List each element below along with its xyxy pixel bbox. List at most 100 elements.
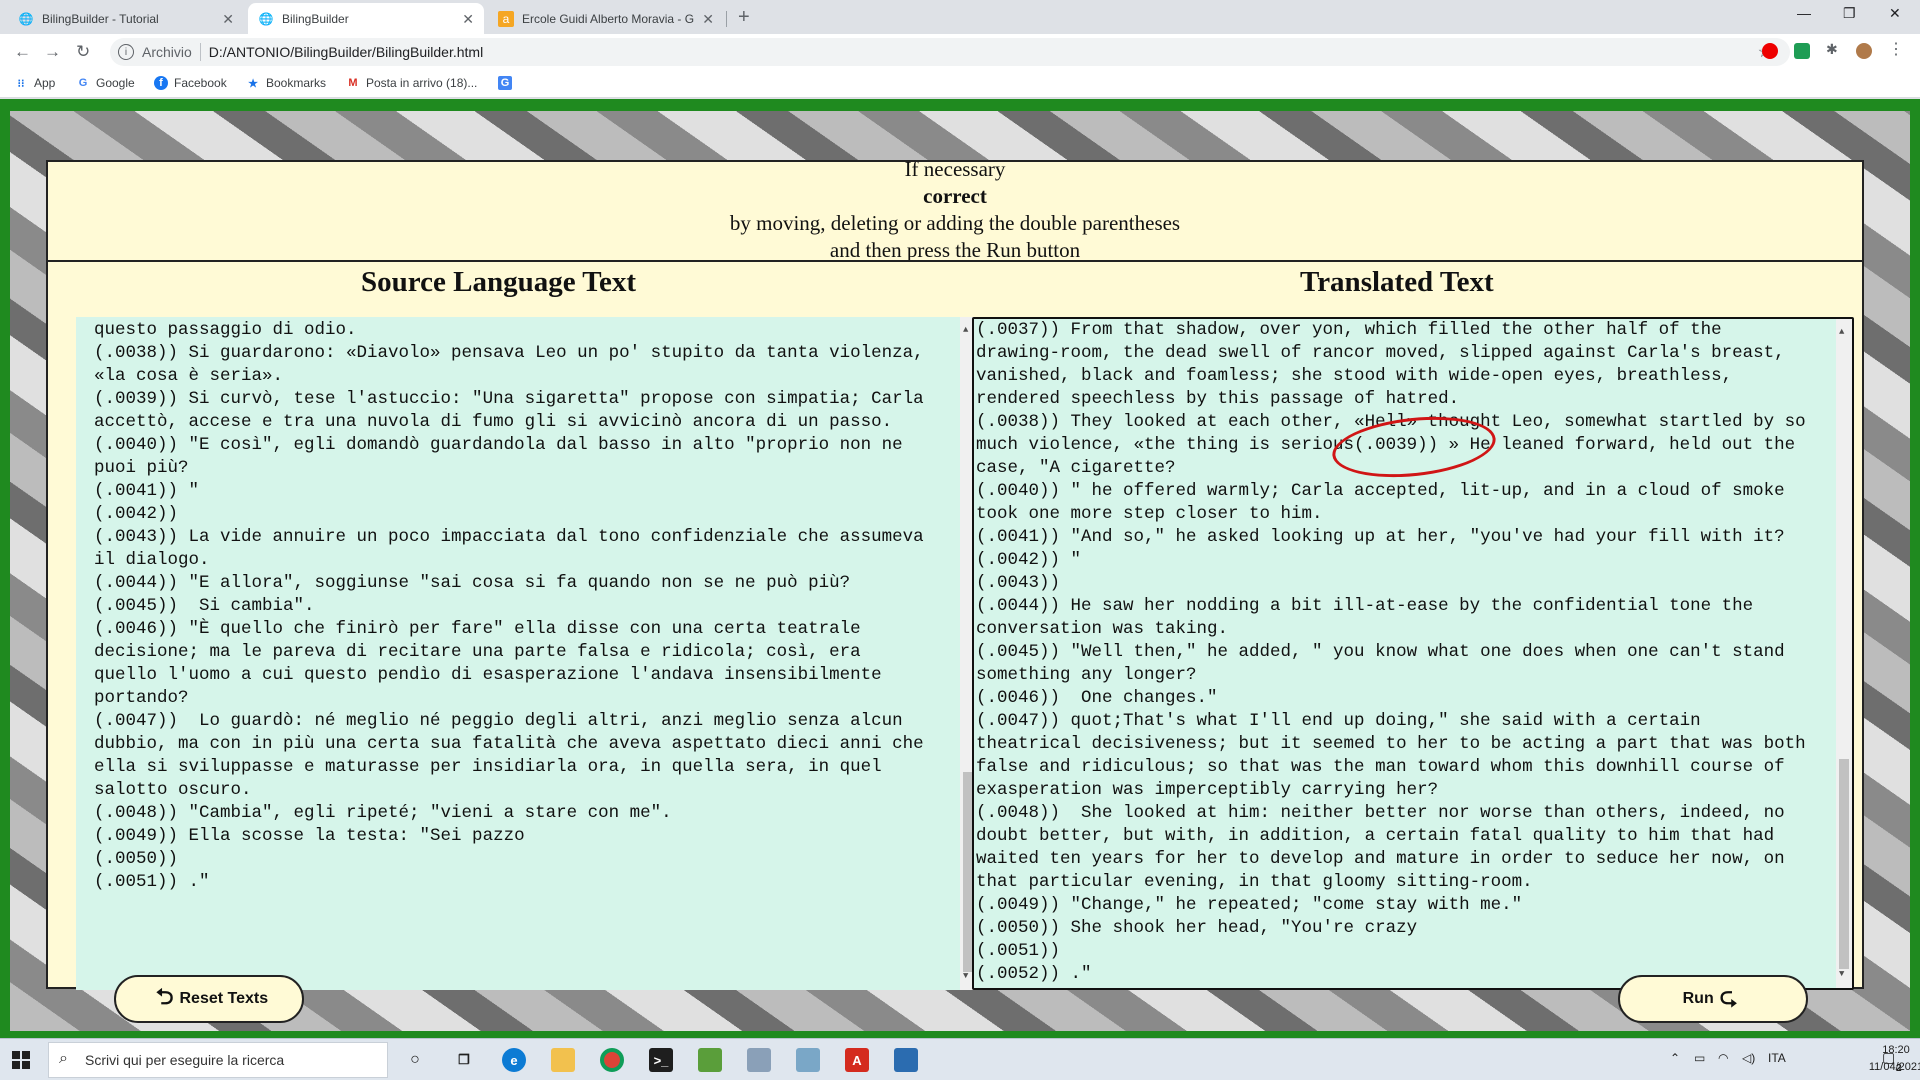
text-line: theatrical decisiveness; but it seemed t…	[976, 734, 1806, 754]
reset-texts-button[interactable]: ⮌ Reset Texts	[114, 975, 304, 1023]
translated-lines: (.0037)) From that shadow, over yon, whi…	[976, 319, 1832, 986]
text-line: (.0046)) One changes."	[976, 688, 1218, 708]
acrobat-icon[interactable]: A	[845, 1048, 869, 1072]
window-close-icon[interactable]: ✕	[1889, 5, 1901, 22]
tab-bilingbuilder-tutorial[interactable]: 🌐 BilingBuilder - Tutorial ✕	[8, 3, 244, 34]
arrow-right-icon: ⮎	[1719, 984, 1738, 1009]
text-line: (.0049)) "Change," he repeated; "come st…	[976, 895, 1523, 915]
scroll-up-icon[interactable]: ▲	[1839, 321, 1844, 344]
tab-title: Ercole Guidi Alberto Moravia - G	[522, 11, 695, 26]
text-line: rendered speechless by this passage of h…	[976, 389, 1460, 409]
button-label: Reset Texts	[179, 990, 269, 1007]
bookmark-facebook[interactable]: f Facebook	[154, 76, 227, 90]
restore-icon[interactable]: ❐	[1843, 5, 1856, 22]
bookmark-translate[interactable]: G	[498, 76, 518, 90]
globe-icon: 🌐	[258, 11, 274, 26]
text-line: (.0044)) He saw her nodding a bit ill-at…	[976, 596, 1754, 616]
text-line: vanished, black and foamless; she stood …	[976, 366, 1733, 386]
text-line: (.0041)) "	[94, 481, 200, 501]
volume-icon[interactable]: ◁)	[1742, 1051, 1755, 1065]
scroll-thumb[interactable]	[1839, 759, 1849, 969]
url-field[interactable]: i Archivio D:/ANTONIO/BilingBuilder/Bili…	[110, 38, 1790, 66]
back-icon[interactable]: ←	[14, 42, 31, 62]
instruction-line: correct	[923, 184, 987, 208]
puzzle-extensions-icon[interactable]: ✱	[1826, 41, 1842, 57]
bookmarks-bar: ⁝⁝ App G Google f Facebook ★ Bookmarks M…	[0, 70, 1920, 98]
tab-bilingbuilder[interactable]: 🌐 BilingBuilder ✕	[248, 3, 484, 34]
bookmark-bookmarks[interactable]: ★ Bookmarks	[246, 76, 326, 90]
text-line: (.0047)) Lo guardò: né meglio né peggio …	[94, 711, 903, 731]
taskbar-search-input[interactable]: ⌕ Scrivi qui per eseguire la ricerca	[48, 1042, 388, 1078]
translated-scrollbar[interactable]: ▲ ▼	[1836, 319, 1852, 988]
translated-textarea[interactable]: (.0037)) From that shadow, over yon, whi…	[972, 317, 1854, 990]
scroll-down-icon[interactable]: ▼	[1839, 963, 1844, 986]
notifications-icon[interactable]: ▢	[1882, 1049, 1895, 1066]
scroll-up-icon[interactable]: ▲	[963, 319, 968, 342]
bookmark-google[interactable]: G Google	[76, 76, 135, 90]
run-button[interactable]: Run ⮎	[1618, 975, 1808, 1023]
adblock-extension-icon[interactable]	[1762, 43, 1778, 59]
bookmark-gmail[interactable]: M Posta in arrivo (18)...	[346, 76, 477, 90]
text-line: false and ridiculous; so that was the ma…	[976, 757, 1785, 777]
bookmark-label: Google	[96, 76, 135, 90]
text-line: something any longer?	[976, 665, 1197, 685]
device-icon[interactable]: ▭	[1694, 1051, 1705, 1065]
text-line: questo passaggio di odio.	[94, 320, 357, 340]
text-line: drawing-room, the dead swell of rancor m…	[976, 343, 1785, 363]
chrome-icon[interactable]	[600, 1048, 624, 1072]
forward-icon[interactable]: →	[44, 42, 61, 62]
app-icon[interactable]	[796, 1048, 820, 1072]
terminal-icon[interactable]: >_	[649, 1048, 673, 1072]
text-line: (.0042)) "	[976, 550, 1082, 570]
cortana-icon[interactable]: ○	[403, 1048, 427, 1072]
text-line: (.0039)) Si curvò, tese l'astuccio: "Una…	[94, 389, 924, 409]
file-explorer-icon[interactable]	[551, 1048, 575, 1072]
text-line: quello l'uomo a cui questo pendìo di esa…	[94, 665, 882, 685]
language-indicator[interactable]: ITA	[1768, 1051, 1786, 1065]
google-icon: G	[78, 77, 88, 89]
text-line: (.0051))	[976, 941, 1061, 961]
text-line: salotto oscuro.	[94, 780, 252, 800]
info-icon[interactable]: i	[118, 44, 134, 60]
bookmark-label: Posta in arrivo (18)...	[366, 76, 478, 90]
text-line: puoi più?	[94, 458, 189, 478]
scroll-down-icon[interactable]: ▼	[963, 965, 968, 988]
close-icon[interactable]: ✕	[462, 11, 474, 28]
menu-kebab-icon[interactable]: ⋮	[1888, 39, 1904, 58]
windows-start-icon[interactable]	[12, 1051, 30, 1069]
close-icon[interactable]: ✕	[222, 11, 234, 28]
text-line: (.0048)) She looked at him: neither bett…	[976, 803, 1785, 823]
text-line: waited ten years for her to develop and …	[976, 849, 1785, 869]
translate-icon: G	[498, 76, 512, 90]
text-line: (.0047)) quot;That's what I'll end up do…	[976, 711, 1701, 731]
bookmark-apps[interactable]: ⁝⁝ App	[14, 76, 56, 90]
globe-icon: 🌐	[18, 11, 34, 26]
close-icon[interactable]: ✕	[702, 11, 714, 28]
task-view-icon[interactable]: ❐	[452, 1048, 476, 1072]
tab-ercole-guidi[interactable]: a Ercole Guidi Alberto Moravia - G ✕	[488, 3, 724, 34]
wifi-icon[interactable]: ◠	[1718, 1051, 1728, 1065]
edge-icon[interactable]: e	[502, 1048, 526, 1072]
new-tab-icon[interactable]: +	[738, 6, 750, 29]
photos-icon[interactable]	[894, 1048, 918, 1072]
text-line: doubt better, but with, in addition, a c…	[976, 826, 1775, 846]
app-icon[interactable]	[747, 1048, 771, 1072]
bookmark-label: App	[34, 76, 56, 90]
star-icon: ★	[248, 77, 258, 90]
text-line: accettò, accese e tra una nuvola di fumo…	[94, 412, 893, 432]
shield-extension-icon[interactable]	[1794, 43, 1810, 59]
gmail-icon: M	[348, 77, 358, 89]
text-line: (.0038)) Si guardarono: «Diavolo» pensav…	[94, 343, 924, 363]
notepad-icon[interactable]	[698, 1048, 722, 1072]
url-protocol: Archivio	[142, 44, 192, 60]
chevron-up-icon[interactable]: ⌃	[1670, 1051, 1680, 1065]
minimize-icon[interactable]: —	[1797, 5, 1811, 21]
text-line: (.0043)) La vide annuire un poco impacci…	[94, 527, 924, 547]
source-textarea[interactable]: questo passaggio di odio. (.0038)) Si gua…	[76, 317, 976, 990]
text-line: conversation was taking.	[976, 619, 1229, 639]
reload-icon[interactable]: ↻	[76, 42, 90, 62]
search-icon: ⌕	[59, 1050, 68, 1067]
avatar[interactable]	[1856, 43, 1872, 59]
instruction-line: If necessary	[904, 162, 1006, 181]
address-bar-row: ← → ↻ i Archivio D:/ANTONIO/BilingBuilde…	[0, 34, 1920, 70]
